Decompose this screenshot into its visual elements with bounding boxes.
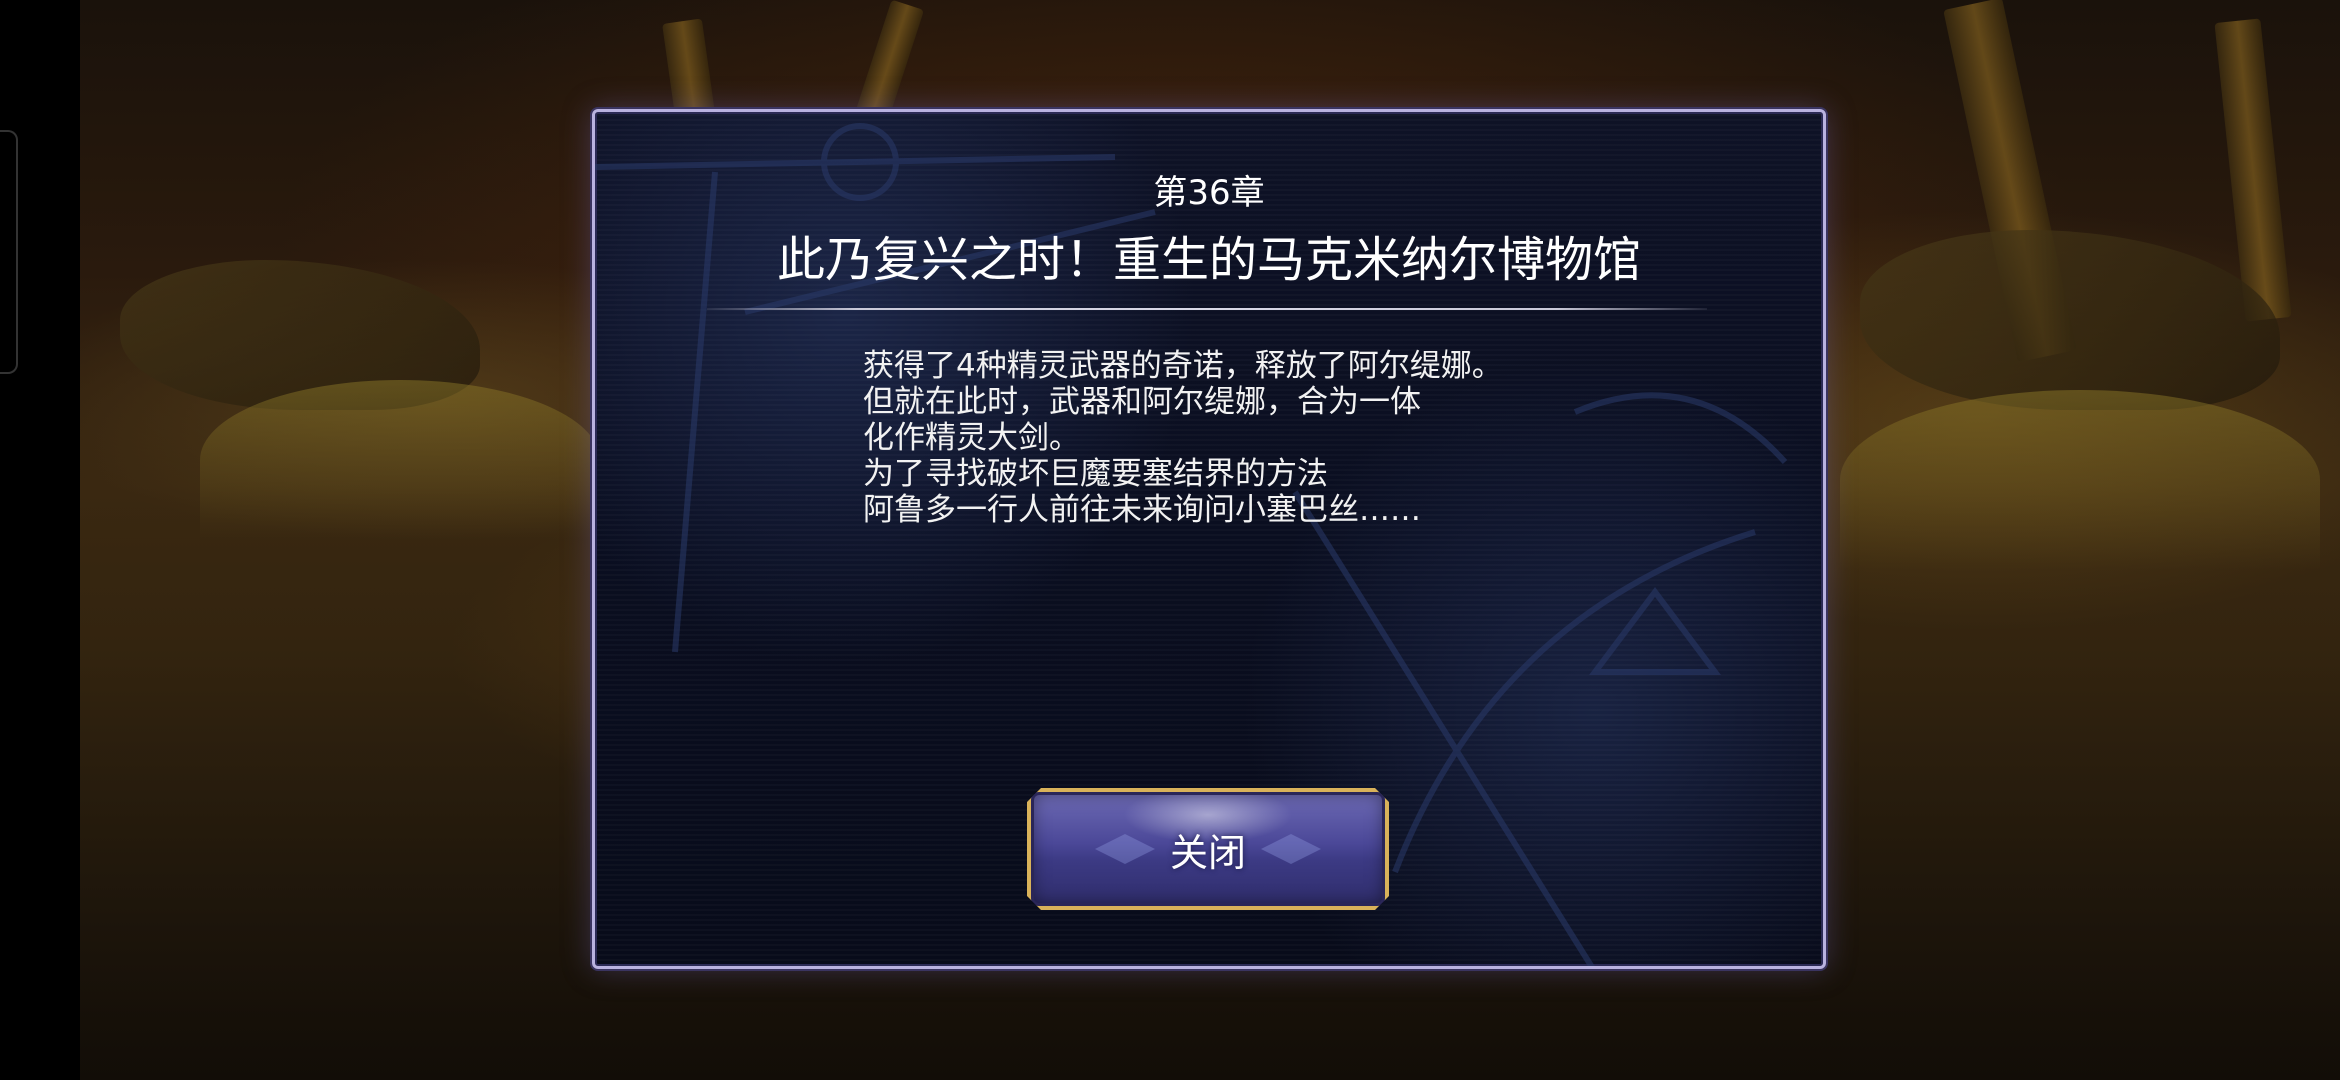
chapter-dialog: 第36章 此乃复兴之时！重生的马克米纳尔博物馆 获得了4种精灵武器的奇诺，释放了… — [592, 109, 1826, 969]
close-button-label: 关闭 — [1169, 830, 1246, 875]
grass-right — [1840, 390, 2320, 570]
chapter-number: 第36章 — [1153, 173, 1265, 213]
chapter-title: 此乃复兴之时！重生的马克米纳尔博物馆 — [776, 232, 1641, 288]
title-divider — [707, 308, 1707, 310]
chapter-summary: 获得了4种精灵武器的奇诺，释放了阿尔缇娜。 但就在此时，武器和阿尔缇娜，合为一体… — [863, 348, 1663, 528]
grass-left — [200, 380, 600, 540]
summary-line: 获得了4种精灵武器的奇诺，释放了阿尔缇娜。 — [863, 348, 1503, 384]
close-button[interactable]: 关闭 — [1027, 788, 1389, 910]
summary-line: 但就在此时，武器和阿尔缇娜，合为一体 — [863, 384, 1421, 420]
summary-line: 为了寻找破坏巨魔要塞结界的方法 — [863, 456, 1328, 492]
summary-line: 化作精灵大剑。 — [863, 420, 1080, 456]
bezel-edge — [0, 130, 18, 374]
rock-right — [1860, 230, 2280, 410]
summary-line: 阿鲁多一行人前往未来询问小塞巴丝…… — [863, 492, 1421, 528]
game-screen: 第36章 此乃复兴之时！重生的马克米纳尔博物馆 获得了4种精灵武器的奇诺，释放了… — [0, 0, 2340, 1080]
left-bezel — [0, 0, 80, 1080]
